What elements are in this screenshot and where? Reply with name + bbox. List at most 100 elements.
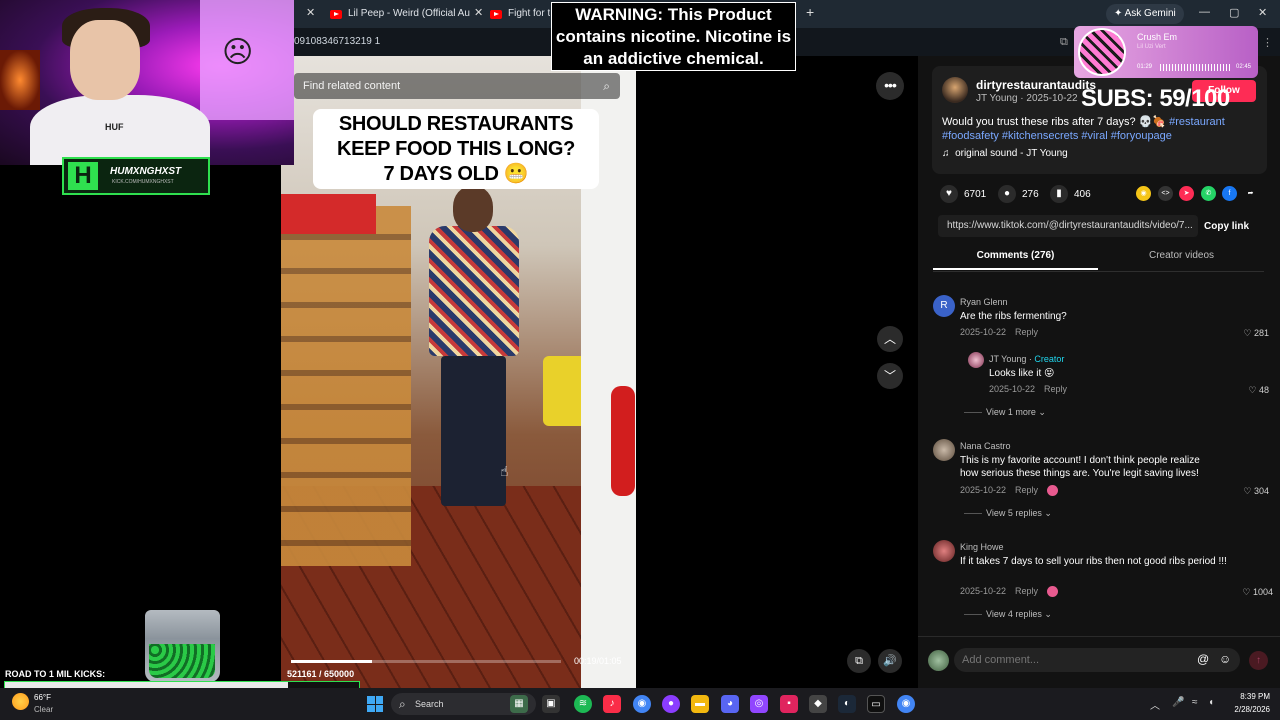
emoji-icon[interactable]: ☺ [1219,652,1231,666]
pip-icon[interactable]: ⧉ [847,649,871,673]
comment-like-count: 1004 [1252,587,1273,597]
search-icon[interactable]: ⌕ [603,73,610,99]
reply-button[interactable]: Reply [1015,485,1038,495]
find-related-search[interactable]: Find related content ⌕ [294,73,620,99]
close-window-icon[interactable]: ✕ [1258,6,1267,19]
reply-button[interactable]: Reply [1015,327,1038,337]
coin-share-icon[interactable]: ◉ [1136,186,1151,201]
volume-icon[interactable]: 🔊 [878,649,902,673]
more-options-button[interactable]: ••• [876,72,904,100]
chrome-active-icon[interactable]: ◉ [897,695,915,713]
send-button[interactable]: ↑ [1249,651,1268,670]
author-name[interactable]: dirtyrestaurantaudits [976,78,1096,92]
commenter-avatar[interactable] [933,540,955,562]
widgets-icon[interactable]: ▦ [510,695,528,713]
start-button[interactable] [367,696,383,712]
music-app-icon[interactable]: ♪ [603,695,621,713]
whatsapp-icon[interactable]: ✆ [1201,186,1216,201]
discord-icon[interactable]: ◕ [721,695,739,713]
tab-fight-for-the[interactable]: Fight for the [490,4,550,24]
comment-like[interactable]: ♡ 304 [1219,486,1269,497]
app-icon-game[interactable]: ◆ [809,695,827,713]
previous-video-button[interactable]: ︿ [877,326,903,352]
app-icon-purple[interactable]: ● [662,695,680,713]
author-avatar[interactable] [942,77,968,103]
tab-creator-videos[interactable]: Creator videos [1099,250,1264,270]
new-tab-button[interactable]: + [806,4,814,20]
next-video-button[interactable]: ﹀ [877,363,903,389]
facebook-icon[interactable]: f [1222,186,1237,201]
mention-icon[interactable]: @ [1197,652,1209,666]
url-text[interactable]: 09108346713219 1 [294,36,380,47]
close-tab-icon[interactable]: ✕ [474,6,483,19]
reply-date: 2025-10-22 [989,384,1036,394]
maximize-icon[interactable]: ▢ [1229,6,1239,19]
file-explorer-icon[interactable]: ▬ [691,695,709,713]
like-stat[interactable]: ♥ 6701 [940,185,986,203]
reply-like[interactable]: ♡ 48 [1219,385,1269,396]
view-replies[interactable]: View 4 replies ⌄ [964,609,1052,620]
streamer-url: KICK.COM/HUMXNGHXST [112,179,174,185]
reply-button[interactable]: Reply [1015,586,1038,596]
close-tab-icon[interactable]: ✕ [306,6,315,19]
now-playing-widget: Crush Em Lil Uzi Vert 01:29 02:45 [1074,26,1258,78]
creator-avatar[interactable] [968,352,984,368]
bookmark-icon[interactable]: ▮ [1050,185,1068,203]
speaker-icon[interactable]: ◖ [1208,697,1214,708]
microphone-icon[interactable]: 🎤 [1172,697,1184,708]
heart-outline-icon[interactable]: ♡ [1242,587,1250,597]
view-more-replies[interactable]: View 1 more ⌄ [964,407,1046,418]
commenter-avatar[interactable] [933,439,955,461]
comment-like[interactable]: ♡ 1004 [1223,587,1273,598]
task-view-icon[interactable]: ▣ [542,695,560,713]
app-icon-red[interactable]: ▪ [780,695,798,713]
spotify-icon[interactable]: ≋ [574,695,592,713]
clock-time[interactable]: 8:39 PM [1228,692,1270,701]
sound-row[interactable]: ♫ original sound - JT Young [942,148,1068,159]
copy-link-button[interactable]: Copy link [1204,221,1249,232]
save-stat[interactable]: ▮ 406 [1050,185,1091,203]
terminal-icon[interactable]: ▭ [867,695,885,713]
clock-date[interactable]: 2/28/2026 [1224,705,1270,714]
tab-lil-peep[interactable]: Lil Peep - Weird (Official Audio) [330,4,470,24]
comment-stat[interactable]: ● 276 [998,185,1039,203]
tab-comments[interactable]: Comments (276) [933,250,1098,270]
steam-icon[interactable]: ◐ [838,695,856,713]
reply-button[interactable]: Reply [1044,384,1067,394]
ask-gemini-button[interactable]: ✦ Ask Gemini [1106,4,1184,24]
heart-outline-icon[interactable]: ♡ [1243,486,1251,496]
post-link[interactable]: https://www.tiktok.com/@dirtyrestauranta… [938,215,1198,237]
post-description: Would you trust these ribs after 7 days?… [942,115,1242,143]
heart-outline-icon[interactable]: ♡ [1243,328,1251,338]
creator-badge: Creator [1034,354,1065,364]
minimize-icon[interactable]: — [1199,6,1210,18]
share-arrow-icon[interactable]: ➦ [1243,186,1258,201]
wifi-icon[interactable]: ≈ [1192,697,1198,708]
shirt-logo: HUF [105,122,124,132]
caption-line-2: KEEP FOOD THIS LONG? [336,138,576,160]
weather-icon[interactable] [12,693,29,710]
reply-author[interactable]: JT Young · Creator [989,354,1064,364]
view-replies[interactable]: View 5 replies ⌄ [964,508,1052,519]
embed-icon[interactable]: <> [1158,186,1173,201]
heart-outline-icon[interactable]: ♡ [1248,385,1256,395]
cast-icon[interactable]: ⧉ [1060,36,1068,49]
commenter-avatar[interactable]: R [933,295,955,317]
chrome-icon[interactable]: ◉ [633,695,651,713]
send-to-friend-icon[interactable]: ➤ [1179,186,1194,201]
commenter-name[interactable]: Nana Castro [960,441,1011,451]
tray-chevron-icon[interactable]: ︿ [1150,697,1160,712]
comment-icon[interactable]: ● [998,185,1016,203]
menu-icon[interactable]: ⋮ [1262,36,1273,49]
comment-like[interactable]: ♡ 281 [1219,328,1269,339]
commenter-name[interactable]: Ryan Glenn [960,297,1008,307]
creator-liked-icon [1047,586,1058,597]
video-progress-bar[interactable] [291,660,561,663]
like-count: 6701 [964,188,987,200]
find-related-label: Find related content [303,80,401,92]
user-avatar[interactable] [928,650,949,671]
heart-icon[interactable]: ♥ [940,185,958,203]
commenter-name[interactable]: King Howe [960,542,1004,552]
obs-icon[interactable]: ◎ [750,695,768,713]
creator-liked-icon [1047,485,1058,496]
